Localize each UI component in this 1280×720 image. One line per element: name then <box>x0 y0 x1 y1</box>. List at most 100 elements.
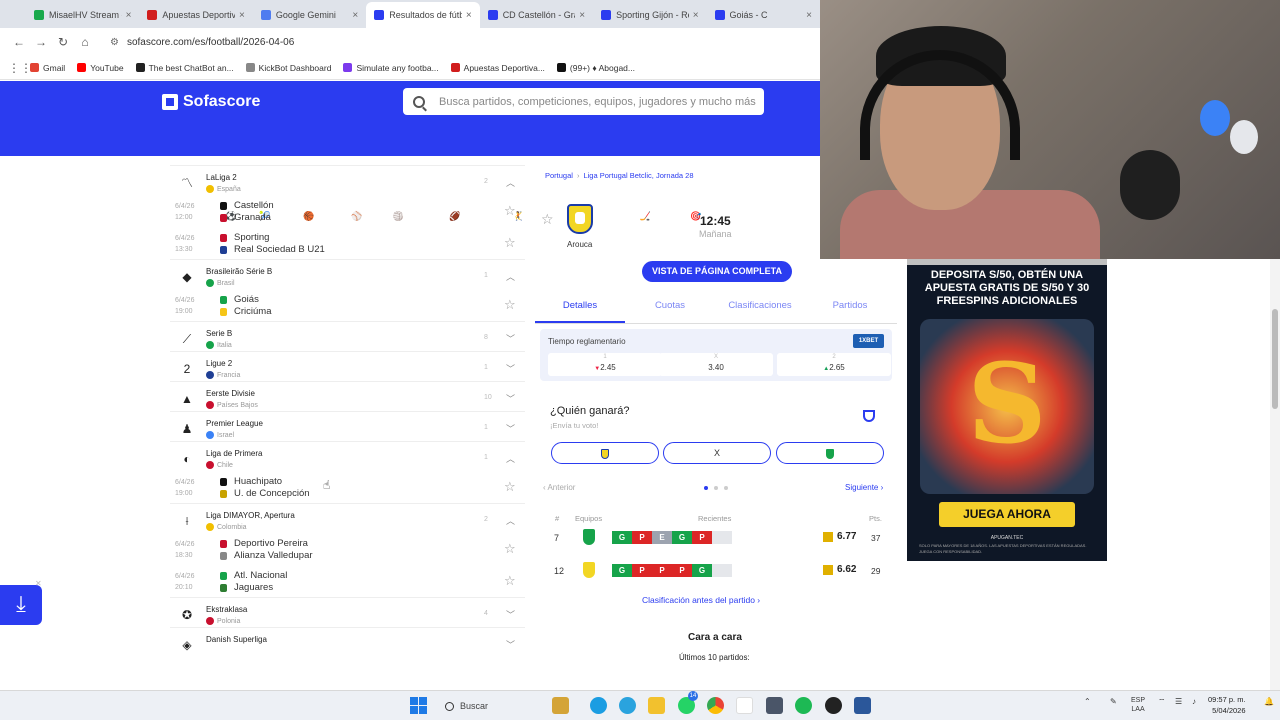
bookmark-item[interactable]: Apuestas Deportiva... <box>450 63 545 73</box>
chevron-up-icon[interactable]: ︿ <box>506 514 515 527</box>
favorite-star-icon[interactable]: ☆ <box>504 297 516 313</box>
close-tab-icon[interactable]: × <box>352 10 358 21</box>
chevron-down-icon[interactable]: ﹀ <box>506 422 515 435</box>
breadcrumb-league[interactable]: Liga Portugal Betclic, Jornada 28 <box>583 171 693 180</box>
chevron-down-icon[interactable]: ﹀ <box>506 392 515 405</box>
next-button[interactable]: Siguiente › <box>845 483 883 492</box>
league-row[interactable]: ⟋ Serie B Italia 8 ﹀ <box>170 321 525 351</box>
league-name[interactable]: Ligue 2 <box>206 359 232 368</box>
tab-cuotas[interactable]: Cuotas <box>625 293 715 323</box>
back-icon[interactable]: ← <box>8 35 30 49</box>
standings-row[interactable]: 12 G P P P G 6.62 29 <box>535 560 897 582</box>
league-name[interactable]: Danish Superliga <box>206 635 267 644</box>
league-name[interactable]: Liga de Primera <box>206 449 262 458</box>
match-row[interactable]: 6/4/26 19:00 Goiás Criciúma ☆ <box>170 289 525 321</box>
league-row[interactable]: ♟ Premier League Israel 1 ﹀ <box>170 411 525 441</box>
favorite-star-icon[interactable]: ☆ <box>504 479 516 495</box>
site-search-input[interactable]: Busca partidos, competiciones, equipos, … <box>403 88 764 115</box>
league-name[interactable]: Eerste Divisie <box>206 389 255 398</box>
site-info-icon[interactable]: ⚙ <box>110 37 119 48</box>
chevron-up-icon[interactable]: ⌃ <box>1084 697 1091 706</box>
language-indicator[interactable]: ESP LAA <box>1131 696 1145 714</box>
pager-dot[interactable] <box>704 486 708 490</box>
reload-icon[interactable]: ↻ <box>52 35 74 49</box>
apps-icon[interactable]: ⋮⋮ <box>8 61 32 75</box>
chevron-up-icon[interactable]: ︿ <box>506 270 515 283</box>
favorite-star-icon[interactable]: ☆ <box>504 541 516 557</box>
league-name[interactable]: LaLiga 2 <box>206 173 237 182</box>
full-page-view-button[interactable]: VISTA DE PÁGINA COMPLETA <box>642 261 792 282</box>
tab-partidos[interactable]: Partidos <box>805 293 895 323</box>
close-tab-icon[interactable]: × <box>239 10 245 21</box>
windows-start-icon[interactable] <box>410 697 427 714</box>
edge-icon[interactable] <box>590 697 607 714</box>
favorite-star-icon[interactable]: ☆ <box>504 573 516 589</box>
browser-tab[interactable]: Apuestas Deportivas × <box>139 2 252 28</box>
chevron-up-icon[interactable]: ︿ <box>506 452 515 465</box>
match-row[interactable]: 6/4/26 13:30 Sporting Real Sociedad B U21 ☆ <box>170 227 525 259</box>
close-tab-icon[interactable]: × <box>126 10 132 21</box>
word-icon[interactable] <box>854 697 871 714</box>
favorite-star-icon[interactable]: ☆ <box>504 235 516 251</box>
page-scrollbar[interactable] <box>1270 259 1280 690</box>
bookmark-item[interactable]: KickBot Dashboard <box>245 63 331 73</box>
telegram-icon[interactable] <box>619 697 636 714</box>
league-name[interactable]: Premier League <box>206 419 263 428</box>
bookmark-item[interactable]: Gmail <box>30 63 65 73</box>
league-row[interactable]: 〽 LaLiga 2 España 2 ︿ <box>170 165 525 195</box>
chevron-up-icon[interactable]: ︿ <box>506 176 515 189</box>
odds-cell[interactable]: 2 ▲2.65 <box>777 353 891 376</box>
widgets-icon[interactable] <box>552 697 569 714</box>
text-tool-icon[interactable] <box>736 697 753 714</box>
browser-tab[interactable]: Resultados de fútbol × <box>366 2 480 28</box>
spotify-icon[interactable] <box>795 697 812 714</box>
browser-tab[interactable]: CD Castellón - Grana× <box>480 2 593 28</box>
file-explorer-icon[interactable] <box>648 697 665 714</box>
chrome-icon[interactable] <box>707 697 724 714</box>
league-row[interactable]: ⟊ Liga DIMAYOR, Apertura Colombia 2 ︿ <box>170 503 525 533</box>
home-team-crest[interactable] <box>567 204 593 234</box>
favorite-star-icon[interactable]: ☆ <box>541 211 554 228</box>
bookmark-item[interactable]: YouTube <box>77 63 124 73</box>
bookmark-item[interactable]: The best ChatBot an... <box>135 63 234 73</box>
close-tab-icon[interactable]: × <box>693 10 699 21</box>
pen-icon[interactable]: ✎ <box>1110 697 1117 706</box>
wifi-icon[interactable]: ☰ <box>1175 697 1182 706</box>
advertisement[interactable]: DEPOSITA S/50, OBTÉN UNA APUESTA GRATIS … <box>907 259 1107 561</box>
browser-tab[interactable]: Sporting Gijón - Rea × <box>593 2 706 28</box>
breadcrumb-country[interactable]: Portugal <box>545 171 573 180</box>
volume-icon[interactable]: ♪ <box>1192 697 1196 706</box>
scrollbar-thumb[interactable] <box>1272 309 1278 409</box>
league-row[interactable]: ✪ Ekstraklasa Polonia 4 ﹀ <box>170 597 525 627</box>
sofascore-logo[interactable]: Sofascore <box>162 93 260 111</box>
tab-clasificaciones[interactable]: Clasificaciones <box>715 293 805 323</box>
favorite-star-icon[interactable]: ☆ <box>504 203 516 219</box>
match-row[interactable]: 6/4/26 20:10 Atl. Nacional Jaguares ☆ <box>170 565 525 597</box>
match-row[interactable]: 6/4/26 19:00 Huachipato U. de Concepción ☆ <box>170 471 525 503</box>
close-tab-icon[interactable]: × <box>579 10 585 21</box>
browser-tab[interactable]: Goiás - C × <box>707 2 820 28</box>
league-name[interactable]: Liga DIMAYOR, Apertura <box>206 511 295 520</box>
league-name[interactable]: Ekstraklasa <box>206 605 247 614</box>
obs-icon[interactable] <box>825 697 842 714</box>
close-icon[interactable]: ✕ <box>35 579 42 588</box>
league-row[interactable]: ▲ Eerste Divisie Países Bajos 10 ﹀ <box>170 381 525 411</box>
vote-home-button[interactable] <box>551 442 659 464</box>
league-row[interactable]: ◐ Liga de Primera Chile 1 ︿ <box>170 441 525 471</box>
system-clock[interactable]: 09:57 p. m. 5/04/2026 <box>1208 694 1246 716</box>
vote-away-button[interactable] <box>776 442 884 464</box>
league-row[interactable]: ◆ Brasileirão Série B Brasil 1 ︿ <box>170 259 525 289</box>
chevron-down-icon[interactable]: ﹀ <box>506 638 515 651</box>
tab-detalles[interactable]: Detalles <box>535 293 625 323</box>
chevron-down-icon[interactable]: ﹀ <box>506 332 515 345</box>
odds-cell[interactable]: X 3.40 <box>659 353 773 376</box>
browser-tab[interactable]: Google Gemini × <box>253 2 366 28</box>
pager-dot[interactable] <box>724 486 728 490</box>
close-tab-icon[interactable]: × <box>806 10 812 21</box>
pre-match-standings-link[interactable]: Clasificación antes del partido › <box>642 595 760 605</box>
vote-draw-button[interactable]: X <box>663 442 771 464</box>
bookmark-item[interactable]: (99+) ♦ Abogad... <box>556 63 635 73</box>
league-row[interactable]: 2 Ligue 2 Francia 1 ﹀ <box>170 351 525 381</box>
network-icon[interactable]: ⌔ <box>1158 697 1166 707</box>
forward-icon[interactable]: → <box>30 35 52 49</box>
